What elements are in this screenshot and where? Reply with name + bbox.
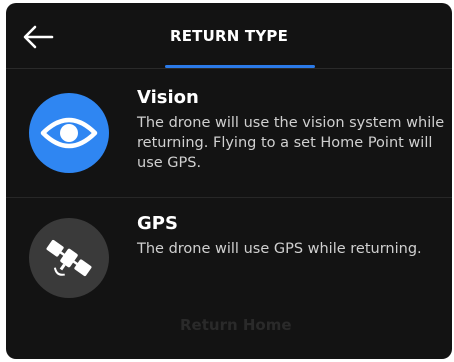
option-gps-title: GPS xyxy=(137,213,178,234)
option-vision-description: The drone will use the vision system whi… xyxy=(137,115,445,171)
vision-icon-badge xyxy=(29,93,109,173)
satellite-icon xyxy=(46,239,92,277)
return-home-button[interactable]: Return Home xyxy=(180,316,292,334)
title-underline xyxy=(165,65,315,68)
option-gps[interactable]: GPS The drone will use GPS while returni… xyxy=(6,198,452,303)
option-vision-title: Vision xyxy=(137,87,199,108)
eye-icon xyxy=(40,117,98,149)
page-title: RETURN TYPE xyxy=(169,27,289,45)
return-type-panel: RETURN TYPE Vision The drone will use th… xyxy=(6,3,452,359)
option-vision[interactable]: Vision The drone will use the vision sys… xyxy=(6,69,452,198)
header-bar: RETURN TYPE xyxy=(6,3,452,69)
option-gps-description: The drone will use GPS while returning. xyxy=(137,241,422,257)
gps-icon-badge xyxy=(29,218,109,298)
